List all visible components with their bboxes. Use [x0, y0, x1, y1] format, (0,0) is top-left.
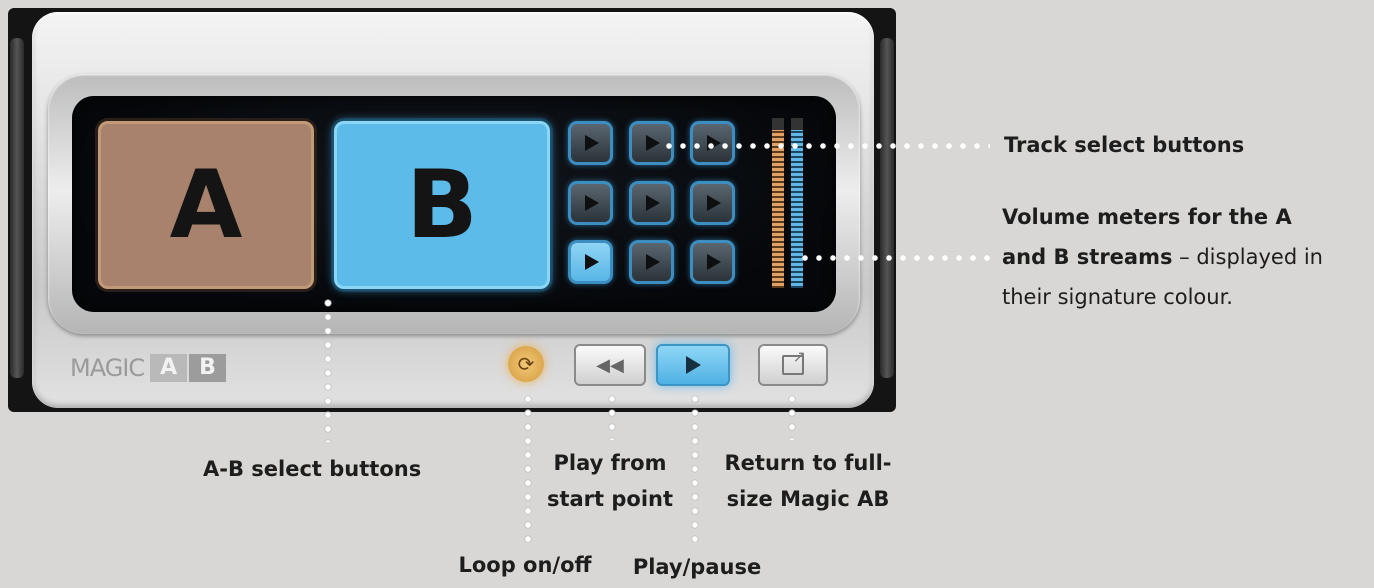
track-button-9[interactable] [690, 240, 735, 284]
play-from-start-label-2: start point [546, 487, 674, 511]
volume-label-line3: their signature colour. [1002, 285, 1233, 309]
play-icon [685, 356, 701, 374]
ab-select-label: A-B select buttons [203, 457, 422, 481]
left-handle [10, 38, 24, 378]
logo-b: B [189, 354, 226, 382]
return-label-2: size Magic AB [726, 487, 890, 511]
return-leader [787, 392, 797, 440]
volume-meter-leader [798, 253, 990, 263]
play-from-start-label-1: Play from [553, 451, 667, 475]
right-handle [880, 38, 894, 378]
a-select-button[interactable]: A [98, 121, 314, 289]
track-button-5[interactable] [629, 181, 674, 225]
magic-ab-logo: MAGIC A B [70, 352, 226, 384]
track-button-1[interactable] [568, 121, 613, 165]
loop-leader [523, 392, 533, 542]
logo-a: A [150, 354, 188, 382]
track-button-7[interactable] [568, 240, 613, 284]
loop-icon: ⟳ [517, 352, 535, 376]
track-button-8[interactable] [629, 240, 674, 284]
volume-label-line1: Volume meters for the A [1002, 205, 1292, 229]
loop-button[interactable]: ⟳ [508, 346, 544, 382]
rewind-button[interactable]: ◀◀ [574, 344, 646, 386]
track-button-4[interactable] [568, 181, 613, 225]
volume-label-rest: – displayed in [1172, 245, 1323, 269]
track-select-label: Track select buttons [1004, 133, 1245, 157]
loop-label: Loop on/off [458, 553, 592, 577]
play-from-start-leader [607, 392, 617, 440]
volume-label-bold: and B streams [1002, 245, 1173, 269]
meter-b-cap [791, 118, 803, 130]
logo-text: MAGIC [70, 354, 145, 382]
play-icon [707, 254, 721, 270]
return-label-1: Return to full- [724, 451, 892, 475]
track-select-leader [662, 141, 990, 151]
play-pause-label: Play/pause [632, 555, 762, 579]
play-icon [585, 195, 599, 211]
play-icon [646, 135, 660, 151]
ab-select-leader [323, 296, 333, 442]
track-button-6[interactable] [690, 181, 735, 225]
play-pause-leader [690, 392, 700, 542]
play-icon [585, 135, 599, 151]
play-pause-button[interactable] [656, 344, 730, 386]
play-icon [707, 195, 721, 211]
play-icon [646, 254, 660, 270]
b-select-button[interactable]: B [334, 121, 550, 289]
play-icon [585, 254, 599, 270]
expand-icon [782, 347, 806, 375]
return-full-size-button[interactable] [758, 344, 828, 386]
play-icon [646, 195, 660, 211]
rewind-icon: ◀◀ [596, 354, 624, 376]
volume-label-line2: and B streams – displayed in [1002, 242, 1323, 273]
meter-a-cap [772, 118, 784, 130]
